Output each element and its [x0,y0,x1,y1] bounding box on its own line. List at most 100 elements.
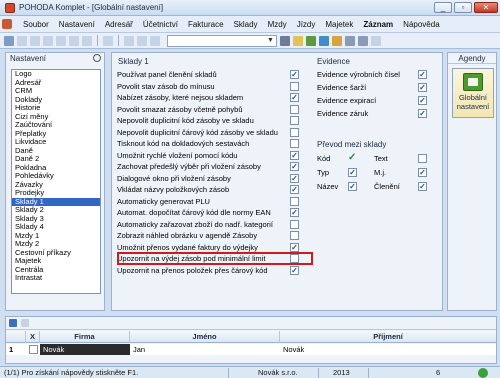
system-menu-icon[interactable] [2,19,12,29]
sklady-option-checkbox[interactable] [290,265,299,275]
sklady-option-checkbox[interactable] [290,81,299,91]
accounting-icon[interactable] [306,35,316,46]
prevod-option-label: Název [317,182,339,191]
column-header-jmeno[interactable]: Jméno [130,331,280,343]
menu-majetek[interactable]: Majetek [320,20,358,29]
evidence-option-checkbox[interactable] [418,109,427,118]
evidence-option-checkbox[interactable] [418,96,427,105]
status-divider [368,368,369,378]
sklady-option-checkbox[interactable] [290,150,299,160]
menu-ucetnictvi[interactable]: Účetnictví [138,20,183,29]
window-title: POHODA Komplet - [Globální nastavení] [19,3,164,12]
menu-sklady[interactable]: Sklady [229,20,263,29]
sklady-option-label: Umožnit přenos vydané faktury do výdejky [117,242,258,252]
prevod-option-checkbox[interactable] [348,168,357,177]
menu-bar: Soubor Nastavení Adresář Účetnictví Fakt… [0,16,500,33]
row-checkbox[interactable] [29,345,38,354]
global-settings-label-1: Globální [459,93,487,102]
sklady-option-checkbox[interactable] [290,219,299,229]
evidence-option-label: Evidence expirací [317,96,377,105]
filter-icon[interactable] [280,35,290,46]
menu-nastaveni[interactable]: Nastavení [54,20,100,29]
print-icon[interactable] [137,35,147,46]
sklady-option-checkbox[interactable] [290,173,299,183]
column-header-prijmeni[interactable]: Příjmení [280,331,496,343]
cell-firma[interactable]: Novák [40,344,130,355]
close-button[interactable]: ✕ [474,2,498,13]
prevod-option-label: Kód [317,154,331,163]
settings-list-item[interactable]: Intrastat [12,273,100,283]
sklady-option-checkbox[interactable] [290,196,299,206]
filter-table-icon[interactable] [21,319,29,327]
chevron-down-icon[interactable]: ▼ [266,37,275,45]
help-icon[interactable] [371,35,381,46]
status-company: Novák s.r.o. [258,368,298,377]
toolbar-divider [97,35,98,46]
prevod-option-checkbox[interactable] [348,182,357,191]
sklady-option-label: Automat. dopočítat čárový kód dle normy … [117,208,271,217]
prevod-option-label: Typ [317,168,330,177]
evidence-option-checkbox[interactable] [418,83,427,92]
column-header-x[interactable]: X [26,331,40,343]
prevod-option-checkbox[interactable] [418,154,427,163]
menu-napoveda[interactable]: Nápověda [398,20,444,29]
grip-icon [4,35,14,46]
evidence-option-checkbox[interactable] [418,70,427,79]
save-disk-icon[interactable] [124,35,134,46]
pin-icon[interactable] [9,319,17,327]
section-title-prevod: Převod mezi sklady [317,140,387,149]
highlight-box [117,252,313,265]
sklady-option-checkbox[interactable] [290,104,299,114]
sklady-option-checkbox[interactable] [290,231,299,240]
sklady-option-label: Nepovolit duplicitní kód zásoby ve sklad… [117,116,254,125]
menu-jizdy[interactable]: Jízdy [292,20,321,29]
sklady-option-label: Zachovat předešlý výběr při vložení záso… [117,162,261,171]
sklady-option-checkbox[interactable] [290,127,299,137]
sklady-option-label: Automaticky zařazovat zboží do nadř. kat… [117,219,273,229]
minimize-button[interactable]: _ [434,2,452,13]
refresh-icon[interactable] [150,35,160,46]
status-year: 2013 [333,368,350,377]
sklady-option-checkbox[interactable] [290,93,299,102]
maximize-button[interactable]: ▫ [454,2,472,13]
row-number: 1 [9,345,14,354]
sklady-option-checkbox[interactable] [290,116,299,125]
globe-icon[interactable] [319,35,329,46]
sklady-option-checkbox[interactable] [290,185,299,194]
document-icon[interactable] [345,35,355,46]
save-icon[interactable] [69,35,79,46]
menu-adresar[interactable]: Adresář [100,20,138,29]
folder-icon[interactable] [293,35,303,46]
status-divider [228,368,229,378]
prevod-option-checkbox[interactable] [418,168,427,177]
sklady-option-checkbox[interactable] [290,70,299,79]
cancel-icon[interactable] [82,35,92,46]
evidence-option-label: Evidence šarží [317,83,367,92]
menu-fakturace[interactable]: Fakturace [183,20,229,29]
settings-gear-icon[interactable] [93,54,101,62]
cell-prijmeni[interactable]: Novák [280,344,480,355]
sklady-option-checkbox[interactable] [290,139,299,148]
table-row[interactable]: 1 Novák Jan Novák [6,344,496,355]
edit-record-icon[interactable] [43,35,53,46]
delete-record-icon[interactable] [56,35,66,46]
key-icon[interactable] [332,35,342,46]
menu-zaznam[interactable]: Záznam [358,20,398,29]
cell-jmeno[interactable]: Jan [130,344,280,355]
new-record-icon[interactable] [17,35,27,46]
menu-soubor[interactable]: Soubor [18,20,54,29]
copy-record-icon[interactable] [30,35,40,46]
send-icon[interactable] [358,35,368,46]
settings-list[interactable]: Logo Adresář CRM Doklady Historie Cizí měny Za… [11,69,101,294]
prevod-option-checkbox[interactable] [418,182,427,191]
global-settings-icon [463,73,483,91]
prev-arrow-icon[interactable] [103,35,113,46]
column-header-firma[interactable]: Firma [40,331,130,343]
sklady-option-checkbox[interactable] [290,162,299,171]
menu-mzdy[interactable]: Mzdy [263,20,292,29]
filter-combo[interactable]: ▼ [167,34,277,47]
sklady-option-checkbox[interactable] [290,242,299,252]
sklady-option-checkbox[interactable] [290,208,299,217]
sklady-option-label: Dialogové okno při vložení zásoby [117,173,231,183]
global-settings-button[interactable]: Globální nastavení [452,68,494,118]
